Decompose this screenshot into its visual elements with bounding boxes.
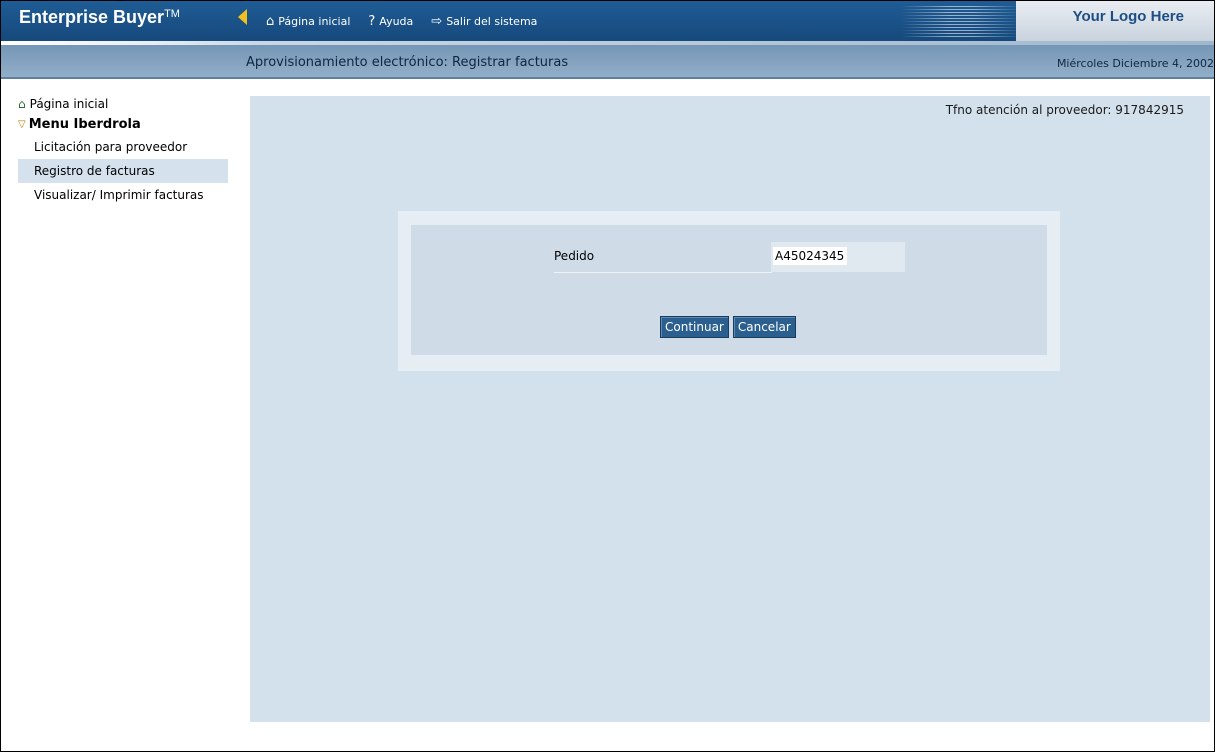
nav-home-link[interactable]: ⌂ Página inicial [266, 14, 350, 29]
logout-icon: ⇨ [431, 14, 443, 29]
continue-button[interactable]: Continuar [660, 316, 729, 338]
sidebar-home-link[interactable]: ⌂ Página inicial [18, 95, 228, 113]
supplier-phone: Tfno atención al proveedor: 917842915 [945, 103, 1184, 117]
nav-logout-link[interactable]: ⇨ Salir del sistema [431, 14, 537, 29]
nav-logout-label: Salir del sistema [446, 15, 538, 28]
sidebar-menu-header[interactable]: ▽ Menu Iberdrola [18, 113, 228, 135]
sidebar: ⌂ Página inicial ▽ Menu Iberdrola Licita… [18, 95, 228, 207]
current-date: Miércoles Diciembre 4, 2002 [1056, 57, 1214, 70]
nav-help-label: Ayuda [379, 15, 414, 28]
triangle-down-icon: ▽ [18, 118, 26, 130]
top-nav: ⌂ Página inicial ? Ayuda ⇨ Salir del sis… [266, 14, 555, 29]
brand-trademark: TM [164, 8, 180, 20]
home-icon: ⌂ [266, 14, 275, 29]
brand-name: Enterprise Buyer [19, 7, 165, 27]
company-logo-area: Your Logo Here [1016, 1, 1214, 41]
decorative-stripes [901, 6, 1021, 38]
sub-header: Aprovisionamiento electrónico: Registrar… [1, 41, 1214, 79]
company-logo: Your Logo Here [1072, 8, 1184, 25]
page-title: Aprovisionamiento electrónico: Registrar… [246, 55, 569, 70]
sidebar-menu-label: Menu Iberdrola [28, 116, 141, 132]
pedido-label: Pedido [554, 242, 772, 273]
nav-help-link[interactable]: ? Ayuda [368, 14, 413, 29]
sidebar-item-licitacion[interactable]: Licitación para proveedor [18, 135, 228, 159]
sidebar-home-label: Página inicial [29, 97, 109, 111]
collapse-arrow-icon[interactable] [238, 9, 247, 25]
home-icon: ⌂ [18, 97, 26, 111]
cancel-button[interactable]: Cancelar [732, 316, 796, 338]
brand-logo: Enterprise BuyerTM [19, 7, 180, 28]
order-form: Pedido Continuar Cancelar [398, 211, 1060, 371]
order-form-panel: Pedido Continuar Cancelar [411, 225, 1047, 355]
top-header: Enterprise BuyerTM ⌂ Página inicial ? Ay… [1, 1, 1214, 41]
pedido-field-cell [771, 242, 905, 272]
sidebar-item-registro[interactable]: Registro de facturas [18, 159, 228, 183]
sidebar-item-visualizar[interactable]: Visualizar/ Imprimir facturas [18, 183, 228, 207]
nav-home-label: Página inicial [278, 15, 351, 28]
pedido-input[interactable] [773, 247, 847, 265]
main-content: Tfno atención al proveedor: 917842915 Pe… [250, 96, 1210, 722]
help-icon: ? [368, 14, 376, 29]
form-buttons: Continuar Cancelar [660, 316, 800, 338]
